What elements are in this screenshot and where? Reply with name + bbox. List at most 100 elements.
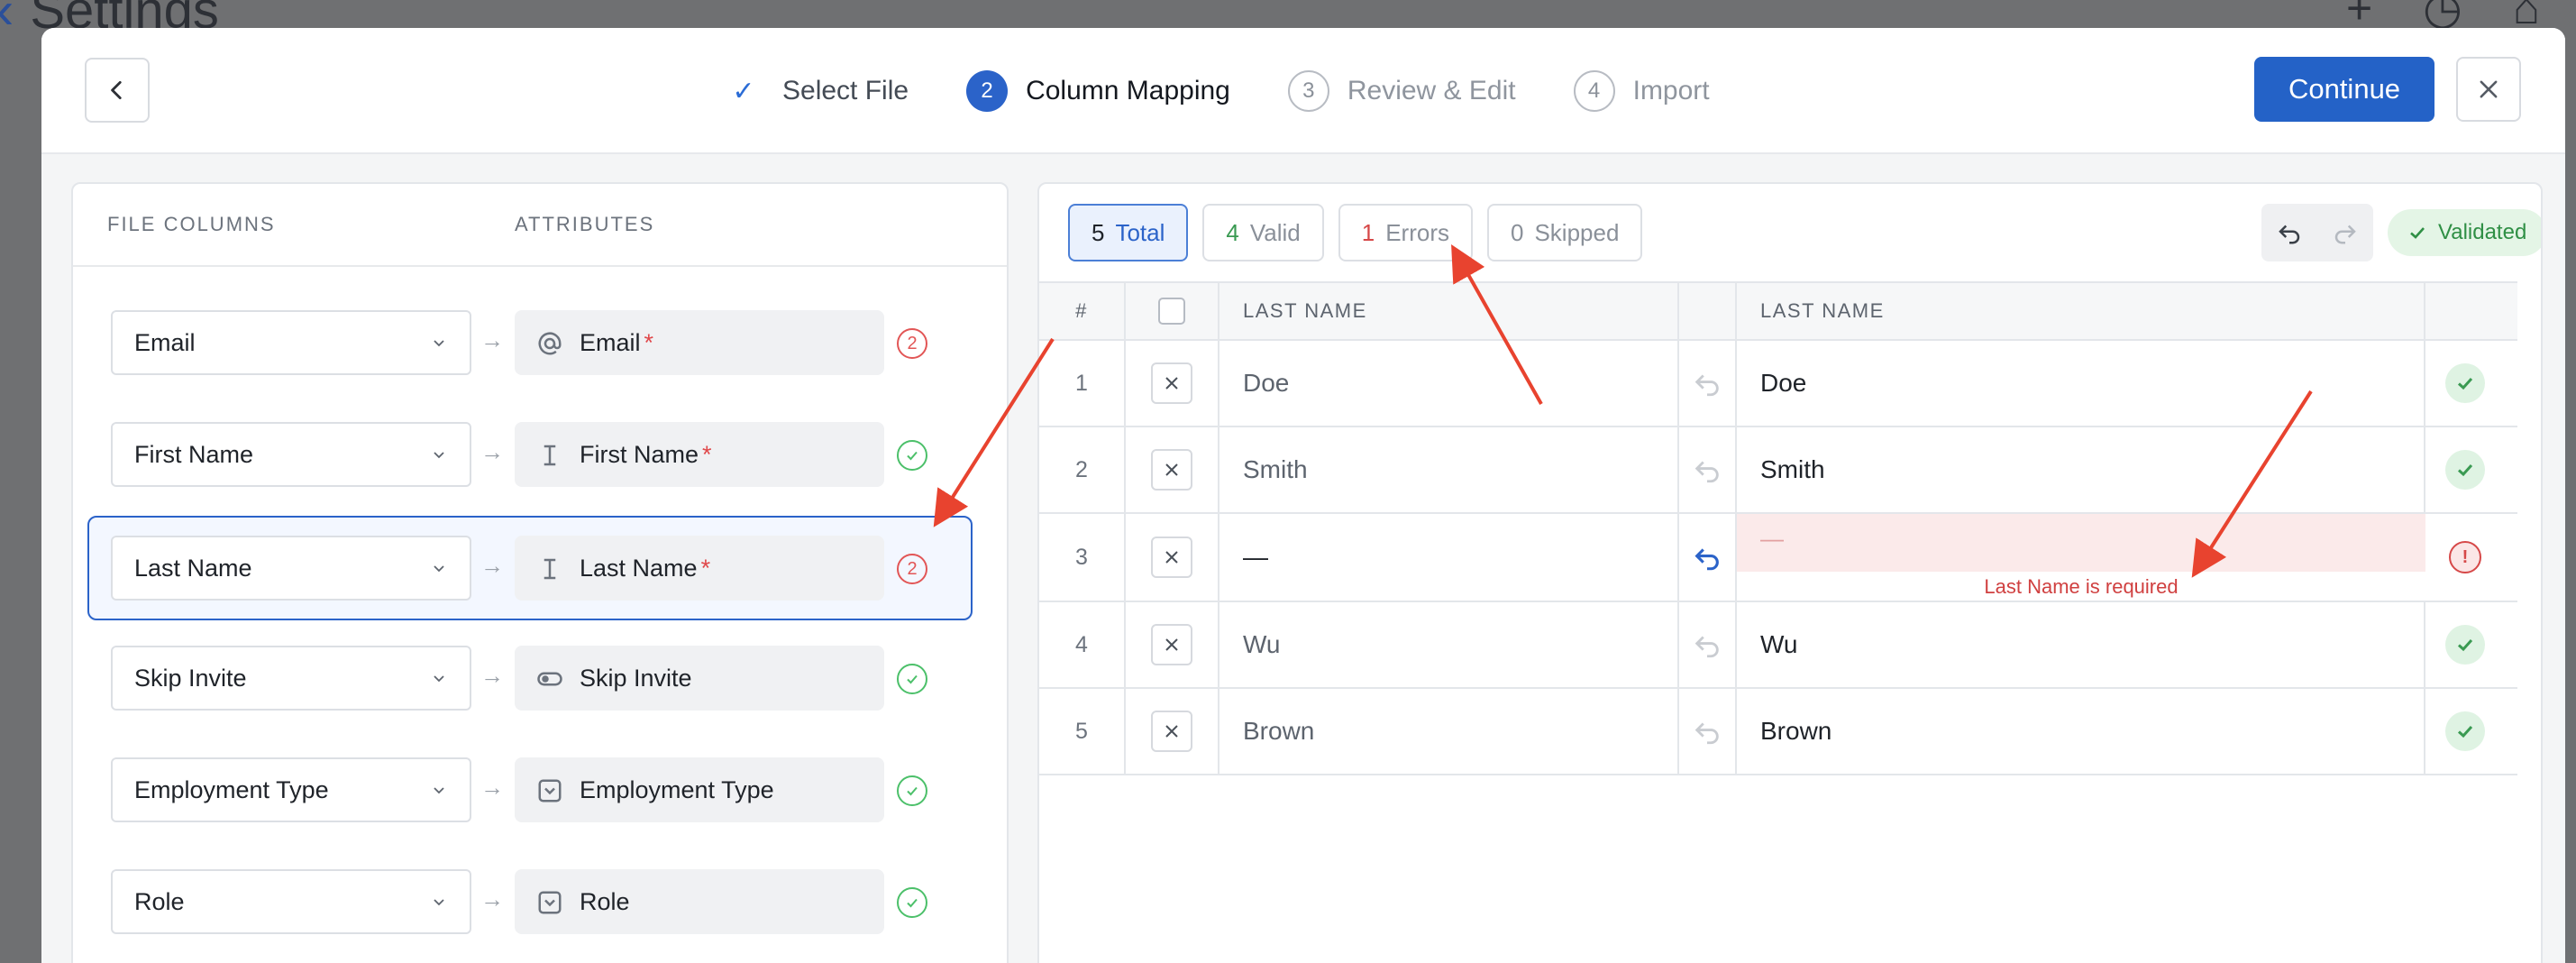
revert-button[interactable] xyxy=(1679,514,1737,601)
attribute-field: Email * xyxy=(515,310,884,375)
filter-skipped[interactable]: 0 Skipped xyxy=(1487,204,1643,261)
target-value-input[interactable]: Smith xyxy=(1737,427,2425,512)
source-column-select[interactable]: Skip Invite xyxy=(111,646,471,711)
file-columns-heading: FILE COLUMNS xyxy=(107,213,276,235)
back-button[interactable] xyxy=(85,58,150,123)
undo-button[interactable] xyxy=(2261,204,2317,261)
skip-row-button[interactable] xyxy=(1151,449,1192,491)
source-value: Wu xyxy=(1219,602,1679,687)
source-column-select[interactable]: Last Name xyxy=(111,536,471,601)
row-number: 3 xyxy=(1039,514,1126,601)
redo-icon xyxy=(2334,225,2356,244)
attributes-heading: ATTRIBUTES xyxy=(515,213,655,235)
chevron-down-icon xyxy=(434,452,444,459)
row-status xyxy=(2425,689,2505,774)
revert-button[interactable] xyxy=(1679,602,1737,687)
valid-check-icon xyxy=(897,887,927,918)
skip-cell xyxy=(1126,427,1219,512)
revert-button[interactable] xyxy=(1679,341,1737,426)
step-import[interactable]: 4 Import xyxy=(1573,70,1710,112)
source-value: — xyxy=(1219,514,1679,601)
skip-cell xyxy=(1126,689,1219,774)
revert-icon xyxy=(1694,374,1719,397)
table-row: 5 Brown Brown xyxy=(1039,689,2517,775)
source-column-select[interactable]: Email xyxy=(111,310,471,375)
table-row: 1 Doe Doe xyxy=(1039,341,2517,427)
step-column-mapping[interactable]: 2 Column Mapping xyxy=(966,70,1230,112)
step-number: 4 xyxy=(1573,70,1615,112)
arrow-right-icon: → xyxy=(480,885,504,913)
revert-button[interactable] xyxy=(1679,689,1737,774)
arrow-right-icon: → xyxy=(480,662,504,689)
select-all-cell xyxy=(1126,283,1219,339)
step-review-edit[interactable]: 3 Review & Edit xyxy=(1287,70,1516,112)
x-icon xyxy=(1165,725,1178,738)
filter-valid[interactable]: 4 Valid xyxy=(1202,204,1324,261)
chevron-down-icon xyxy=(434,565,444,573)
mapping-row-last-name[interactable]: Last Name → Last Name * 2 xyxy=(73,516,985,620)
attribute-field: Role xyxy=(515,869,884,934)
arrow-right-icon: → xyxy=(480,552,504,579)
error-alert-icon: ! xyxy=(2449,541,2481,573)
revert-icon xyxy=(1694,636,1719,658)
row-status: ! xyxy=(2425,514,2505,601)
valid-check-icon xyxy=(897,440,927,471)
undo-redo-group xyxy=(2261,204,2373,261)
source-column-select[interactable]: First Name xyxy=(111,422,471,487)
target-value-input[interactable]: Doe xyxy=(1737,341,2425,426)
row-number: 4 xyxy=(1039,602,1126,687)
mapping-row-role: Role → Role xyxy=(73,849,985,954)
table-header: # LAST NAME LAST NAME xyxy=(1039,281,2517,341)
valid-check-icon xyxy=(2445,625,2485,665)
attribute-field: Last Name * xyxy=(515,536,884,601)
revert-button[interactable] xyxy=(1679,427,1737,512)
toggle-icon xyxy=(537,672,562,686)
table-row: 4 Wu Wu xyxy=(1039,602,2517,689)
column-header-revert xyxy=(1679,283,1737,339)
close-icon xyxy=(2480,80,2498,98)
check-icon xyxy=(2410,227,2425,239)
revert-icon xyxy=(1694,461,1719,483)
x-icon xyxy=(1165,638,1178,651)
column-header-target: LAST NAME xyxy=(1737,283,2425,339)
skip-row-button[interactable] xyxy=(1151,537,1192,578)
skip-row-button[interactable] xyxy=(1151,624,1192,665)
attribute-field: Skip Invite xyxy=(515,646,884,711)
error-count-badge[interactable]: 2 xyxy=(897,554,927,584)
close-button[interactable] xyxy=(2456,57,2521,122)
step-number: 2 xyxy=(966,70,1009,112)
chevron-down-icon xyxy=(434,340,444,347)
redo-button[interactable] xyxy=(2317,204,2373,261)
attribute-field: Employment Type xyxy=(515,757,884,822)
source-column-select[interactable]: Role xyxy=(111,869,471,934)
filter-errors[interactable]: 1 Errors xyxy=(1338,204,1473,261)
step-select-file[interactable]: ✓ Select File xyxy=(723,70,909,112)
x-icon xyxy=(1165,377,1178,390)
skip-row-button[interactable] xyxy=(1151,362,1192,404)
row-number: 2 xyxy=(1039,427,1126,512)
stepper: ✓ Select File 2 Column Mapping 3 Review … xyxy=(723,66,1768,116)
target-value-input[interactable]: Wu xyxy=(1737,602,2425,687)
valid-check-icon xyxy=(897,664,927,694)
source-column-select[interactable]: Employment Type xyxy=(111,757,471,822)
continue-button[interactable]: Continue xyxy=(2254,57,2434,122)
target-value-input-error[interactable] xyxy=(1737,514,2425,572)
error-count-badge[interactable]: 2 xyxy=(897,328,927,359)
column-header-source: LAST NAME xyxy=(1219,283,1679,339)
filter-total[interactable]: 5 Total xyxy=(1068,204,1189,261)
mapping-row-first-name: First Name → First Name * xyxy=(73,402,985,507)
arrow-right-icon: → xyxy=(480,774,504,801)
target-value-input[interactable]: Brown xyxy=(1737,689,2425,774)
select-all-checkbox[interactable] xyxy=(1158,298,1185,325)
mapping-row-employment-type: Employment Type → Employment Type xyxy=(73,738,985,842)
arrow-right-icon: → xyxy=(480,438,504,465)
revert-icon xyxy=(1694,722,1719,745)
text-cursor-icon xyxy=(544,445,556,466)
text-cursor-icon xyxy=(544,558,556,580)
import-modal: ✓ Select File 2 Column Mapping 3 Review … xyxy=(41,28,2565,963)
skip-row-button[interactable] xyxy=(1151,711,1192,752)
chevron-down-icon xyxy=(434,899,444,906)
error-message: Last Name is required xyxy=(1984,575,2179,598)
target-value: — xyxy=(1760,525,1784,552)
x-icon xyxy=(1165,551,1178,564)
